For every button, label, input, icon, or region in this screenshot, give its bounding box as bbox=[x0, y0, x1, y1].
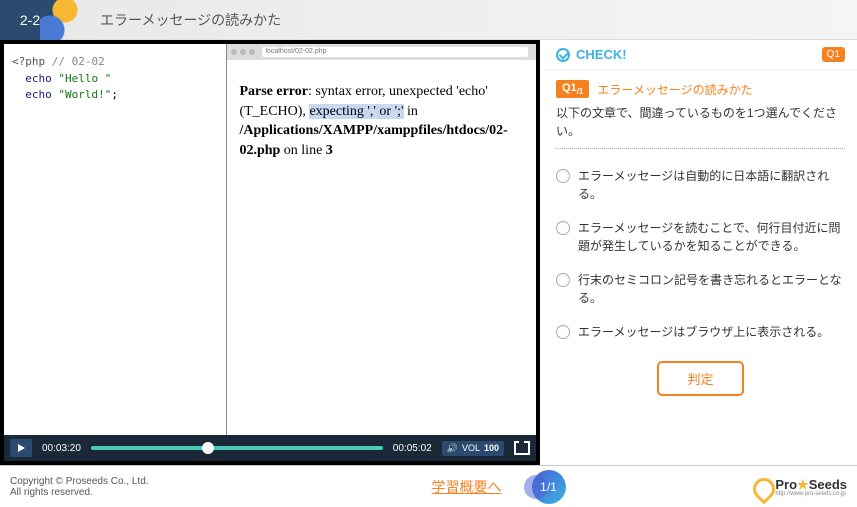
video-controls: 00:03:20 00:05:02 🔊 VOL 100 bbox=[4, 435, 536, 461]
code-string: "Hello " bbox=[58, 72, 111, 85]
code-semi: ; bbox=[111, 88, 118, 101]
vol-label: VOL bbox=[462, 443, 480, 453]
video-player: <?php // 02-02 echo "Hello " echo "World… bbox=[0, 40, 540, 465]
traffic-light-icon bbox=[231, 49, 237, 55]
quiz-body: Q1/1 エラーメッセージの読みかた 以下の文章で、間違っているものを1つ選んで… bbox=[544, 70, 857, 465]
code-comment: // 02-02 bbox=[52, 55, 105, 68]
fullscreen-button[interactable] bbox=[514, 441, 530, 455]
code-tag: <?php bbox=[12, 55, 45, 68]
section-badge: 2-2 bbox=[0, 0, 60, 40]
traffic-light-icon bbox=[249, 49, 255, 55]
quiz-panel: CHECK! Q1 Q1/1 エラーメッセージの読みかた 以下の文章で、間違って… bbox=[540, 40, 857, 465]
question-count-badge: Q1 bbox=[822, 47, 845, 62]
code-string: "World!" bbox=[58, 88, 111, 101]
progress-bar[interactable] bbox=[91, 446, 383, 450]
radio-icon[interactable] bbox=[556, 221, 570, 235]
copyright-line2: All rights reserved. bbox=[10, 487, 270, 498]
logo-mark-icon bbox=[751, 477, 771, 497]
summary-link[interactable]: 学習概要へ bbox=[432, 477, 502, 497]
option-row[interactable]: 行末のセミコロン記号を書き忘れるとエラーとなる。 bbox=[556, 263, 845, 315]
error-highlight: expecting ',' or ';' bbox=[309, 104, 403, 119]
option-text: 行末のセミコロン記号を書き忘れるとエラーとなる。 bbox=[578, 271, 845, 307]
error-line-pre: on line bbox=[280, 143, 326, 158]
quiz-header: CHECK! Q1 bbox=[544, 40, 857, 70]
divider bbox=[556, 148, 845, 149]
question-number: Q1/1 bbox=[556, 80, 589, 98]
browser-pane: localhost/02-02.php Parse error: syntax … bbox=[227, 44, 536, 435]
copyright-line1: Copyright © Proseeds Co., Ltd. bbox=[10, 476, 270, 487]
browser-body: Parse error: syntax error, unexpected 'e… bbox=[227, 60, 536, 435]
url-bar: localhost/02-02.php bbox=[262, 47, 528, 57]
question-prompt: 以下の文章で、間違っているものを1つ選んでください。 bbox=[556, 104, 845, 140]
header: 2-2 エラーメッセージの読みかた bbox=[0, 0, 857, 40]
option-row[interactable]: エラーメッセージを読むことで、何行目付近に問題が発生しているかを知ることができる… bbox=[556, 211, 845, 263]
code-keyword: echo bbox=[25, 88, 52, 101]
logo-url: http://www.pro-seeds.co.jp bbox=[775, 491, 847, 497]
speaker-icon: 🔊 bbox=[447, 443, 458, 454]
brand-logo[interactable]: Pro★Seeds http://www.pro-seeds.co.jp bbox=[751, 477, 847, 497]
page-indicator: 1/1 bbox=[532, 470, 566, 504]
option-row[interactable]: エラーメッセージはブラウザ上に表示される。 bbox=[556, 315, 845, 349]
option-text: エラーメッセージは自動的に日本語に翻訳される。 bbox=[578, 167, 845, 203]
volume-control[interactable]: 🔊 VOL 100 bbox=[442, 441, 504, 456]
option-text: エラーメッセージを読むことで、何行目付近に問題が発生しているかを知ることができる… bbox=[578, 219, 845, 255]
option-row[interactable]: エラーメッセージは自動的に日本語に翻訳される。 bbox=[556, 159, 845, 211]
video-frame: <?php // 02-02 echo "Hello " echo "World… bbox=[4, 44, 536, 435]
play-icon bbox=[18, 444, 25, 452]
error-line: 3 bbox=[326, 143, 333, 158]
radio-icon[interactable] bbox=[556, 273, 570, 287]
question-title: エラーメッセージの読みかた bbox=[597, 81, 752, 98]
browser-chrome: localhost/02-02.php bbox=[227, 44, 536, 60]
elapsed-time: 00:03:20 bbox=[42, 443, 81, 454]
footer-copyright: Copyright © Proseeds Co., Ltd. All right… bbox=[10, 476, 270, 498]
judge-button[interactable]: 判定 bbox=[657, 361, 743, 396]
radio-icon[interactable] bbox=[556, 325, 570, 339]
error-label: Parse error bbox=[239, 84, 308, 99]
error-after: in bbox=[404, 104, 418, 119]
code-keyword: echo bbox=[25, 72, 52, 85]
vol-value: 100 bbox=[484, 443, 499, 453]
radio-icon[interactable] bbox=[556, 169, 570, 183]
code-pane: <?php // 02-02 echo "Hello " echo "World… bbox=[4, 44, 227, 435]
check-icon bbox=[556, 48, 570, 62]
footer: Copyright © Proseeds Co., Ltd. All right… bbox=[0, 465, 857, 507]
star-icon: ★ bbox=[797, 477, 809, 492]
traffic-light-icon bbox=[240, 49, 246, 55]
lesson-title: エラーメッセージの読みかた bbox=[100, 10, 281, 30]
total-time: 00:05:02 bbox=[393, 443, 432, 454]
progress-thumb[interactable] bbox=[202, 442, 214, 454]
play-button[interactable] bbox=[10, 439, 32, 457]
option-text: エラーメッセージはブラウザ上に表示される。 bbox=[578, 323, 829, 341]
check-label: CHECK! bbox=[576, 47, 822, 62]
